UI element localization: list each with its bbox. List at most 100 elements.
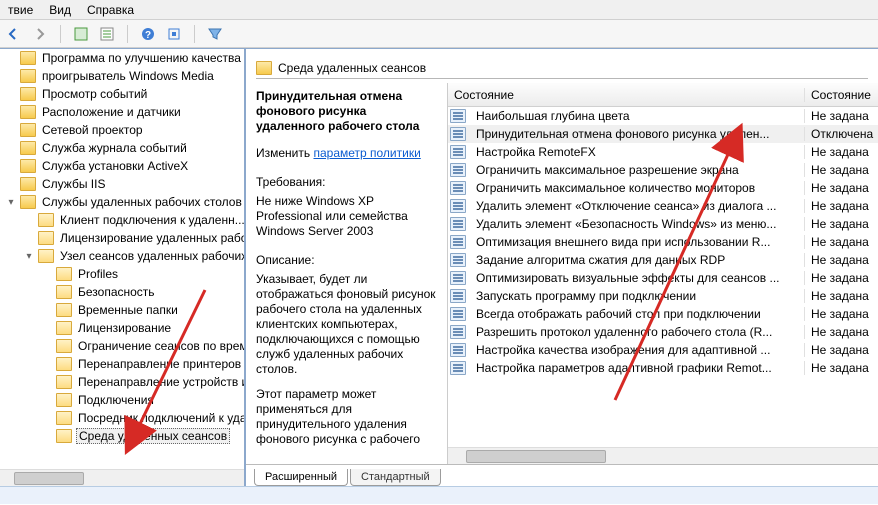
folder-icon: [56, 357, 72, 371]
tree-item[interactable]: Клиент подключения к удаленн...: [0, 211, 244, 229]
tree-item[interactable]: Перенаправление устройств и ...: [0, 373, 244, 391]
policy-row[interactable]: Наибольшая глубина цветаНе задана: [448, 107, 878, 125]
help-button[interactable]: ?: [138, 24, 158, 44]
tree-item[interactable]: Ограничение сеансов по врем...: [0, 337, 244, 355]
policy-state: Не задана: [804, 109, 878, 123]
tree-item[interactable]: Безопасность: [0, 283, 244, 301]
policy-name: Удалить элемент «Отключение сеанса» из д…: [470, 199, 804, 213]
policy-state: Не задана: [804, 235, 878, 249]
policy-row[interactable]: Настройка качества изображения для адапт…: [448, 341, 878, 359]
tree-item[interactable]: Расположение и датчики: [0, 103, 244, 121]
toolbar-action-1[interactable]: [71, 24, 91, 44]
nav-back-button[interactable]: [4, 24, 24, 44]
edit-policy-link[interactable]: параметр политики: [313, 146, 420, 160]
description-text-2: Этот параметр может применяться для прин…: [256, 387, 437, 447]
policy-row[interactable]: Настройка параметров адаптивной графики …: [448, 359, 878, 377]
policy-row[interactable]: Принудительная отмена фонового рисунка у…: [448, 125, 878, 143]
policy-icon: [450, 199, 466, 213]
policy-row[interactable]: Настройка RemoteFXНе задана: [448, 143, 878, 161]
policy-row[interactable]: Ограничить максимальное разрешение экран…: [448, 161, 878, 179]
requirements-label: Требования:: [256, 175, 437, 190]
tree-item[interactable]: Просмотр событий: [0, 85, 244, 103]
policy-state: Не задана: [804, 343, 878, 357]
tree-item-label: Временные папки: [76, 303, 180, 317]
tree-item-label: Ограничение сеансов по врем...: [76, 339, 244, 353]
expand-icon[interactable]: ▾: [4, 197, 18, 208]
menu-item[interactable]: Вид: [49, 3, 71, 17]
folder-icon: [20, 105, 36, 119]
folder-icon: [20, 177, 36, 191]
expand-icon[interactable]: ▾: [22, 251, 36, 262]
tree-item[interactable]: Программа по улучшению качества ...: [0, 49, 244, 67]
folder-icon: [20, 69, 36, 83]
policy-icon: [450, 253, 466, 267]
tree-item[interactable]: ▾ Службы удаленных рабочих столов: [0, 193, 244, 211]
tree-hscrollbar[interactable]: [0, 469, 244, 486]
folder-icon: [56, 321, 72, 335]
list-body[interactable]: Наибольшая глубина цветаНе заданаПринуди…: [448, 107, 878, 447]
col-header-name[interactable]: Состояние: [448, 88, 804, 102]
tree-item[interactable]: Временные папки: [0, 301, 244, 319]
menu-item[interactable]: твие: [8, 3, 33, 17]
folder-icon: [20, 195, 36, 209]
policy-icon: [450, 217, 466, 231]
folder-icon: [56, 429, 72, 443]
description-label: Описание:: [256, 253, 437, 268]
tree-item[interactable]: Службы IIS: [0, 175, 244, 193]
tree-item[interactable]: ▾ Узел сеансов удаленных рабочих ст...: [0, 247, 244, 265]
policy-row[interactable]: Ограничить максимальное количество монит…: [448, 179, 878, 197]
tree-item[interactable]: Перенаправление принтеров: [0, 355, 244, 373]
tree-item-label: Узел сеансов удаленных рабочих ст...: [58, 249, 244, 263]
requirements-text: Не ниже Windows XP Professional или семе…: [256, 194, 437, 239]
menu-bar: твие Вид Справка: [0, 0, 878, 20]
policy-row[interactable]: Разрешить протокол удаленного рабочего с…: [448, 323, 878, 341]
policy-row[interactable]: Оптимизировать визуальные эффекты для се…: [448, 269, 878, 287]
tree-item-label: проигрыватель Windows Media: [40, 69, 216, 83]
tree-item-label: Службы удаленных рабочих столов: [40, 195, 244, 209]
policy-icon: [450, 145, 466, 159]
folder-icon: [56, 267, 72, 281]
policy-row[interactable]: Всегда отображать рабочий стол при подкл…: [448, 305, 878, 323]
tree-item[interactable]: Подключения: [0, 391, 244, 409]
policy-icon: [450, 235, 466, 249]
col-header-state[interactable]: Состояние: [804, 88, 878, 102]
tree-scroll[interactable]: Программа по улучшению качества ... проиг…: [0, 49, 244, 469]
policy-state: Не задана: [804, 253, 878, 267]
policy-state: Не задана: [804, 325, 878, 339]
policy-row[interactable]: Оптимизация внешнего вида при использова…: [448, 233, 878, 251]
tree-item-label: Перенаправление устройств и ...: [76, 375, 244, 389]
tab-standard[interactable]: Стандартный: [350, 469, 441, 486]
policy-row[interactable]: Удалить элемент «Безопасность Windows» и…: [448, 215, 878, 233]
list-hscrollbar[interactable]: [448, 447, 878, 464]
policy-row[interactable]: Запускать программу при подключенииНе за…: [448, 287, 878, 305]
breadcrumb: Среда удаленных сеансов: [256, 57, 868, 79]
nav-fwd-button[interactable]: [30, 24, 50, 44]
folder-icon: [20, 159, 36, 173]
menu-item[interactable]: Справка: [87, 3, 134, 17]
tree-item[interactable]: Лицензирование удаленных рабоч...: [0, 229, 244, 247]
filter-button[interactable]: [205, 24, 225, 44]
toolbar-action-3[interactable]: [164, 24, 184, 44]
policy-state: Не задана: [804, 145, 878, 159]
policy-row[interactable]: Задание алгоритма сжатия для данных RDPН…: [448, 251, 878, 269]
tree-item[interactable]: проигрыватель Windows Media: [0, 67, 244, 85]
tree-item[interactable]: Среда удаленных сеансов: [0, 427, 244, 445]
tree-item[interactable]: Лицензирование: [0, 319, 244, 337]
folder-icon: [38, 249, 54, 263]
folder-icon: [20, 87, 36, 101]
policy-row[interactable]: Удалить элемент «Отключение сеанса» из д…: [448, 197, 878, 215]
tree-item[interactable]: Profiles: [0, 265, 244, 283]
tree-item[interactable]: Сетевой проектор: [0, 121, 244, 139]
tree-item-label: Просмотр событий: [40, 87, 149, 101]
tree-item[interactable]: Служба установки ActiveX: [0, 157, 244, 175]
policy-icon: [450, 307, 466, 321]
tab-extended[interactable]: Расширенный: [254, 469, 348, 486]
tree-item[interactable]: Служба журнала событий: [0, 139, 244, 157]
tree-item[interactable]: Посредник подключений к удал...: [0, 409, 244, 427]
edit-prefix: Изменить: [256, 146, 313, 160]
tree-item-label: Служба установки ActiveX: [40, 159, 190, 173]
toolbar-action-2[interactable]: [97, 24, 117, 44]
policy-state: Не задана: [804, 163, 878, 177]
policy-name: Удалить элемент «Безопасность Windows» и…: [470, 217, 804, 231]
policy-icon: [450, 289, 466, 303]
